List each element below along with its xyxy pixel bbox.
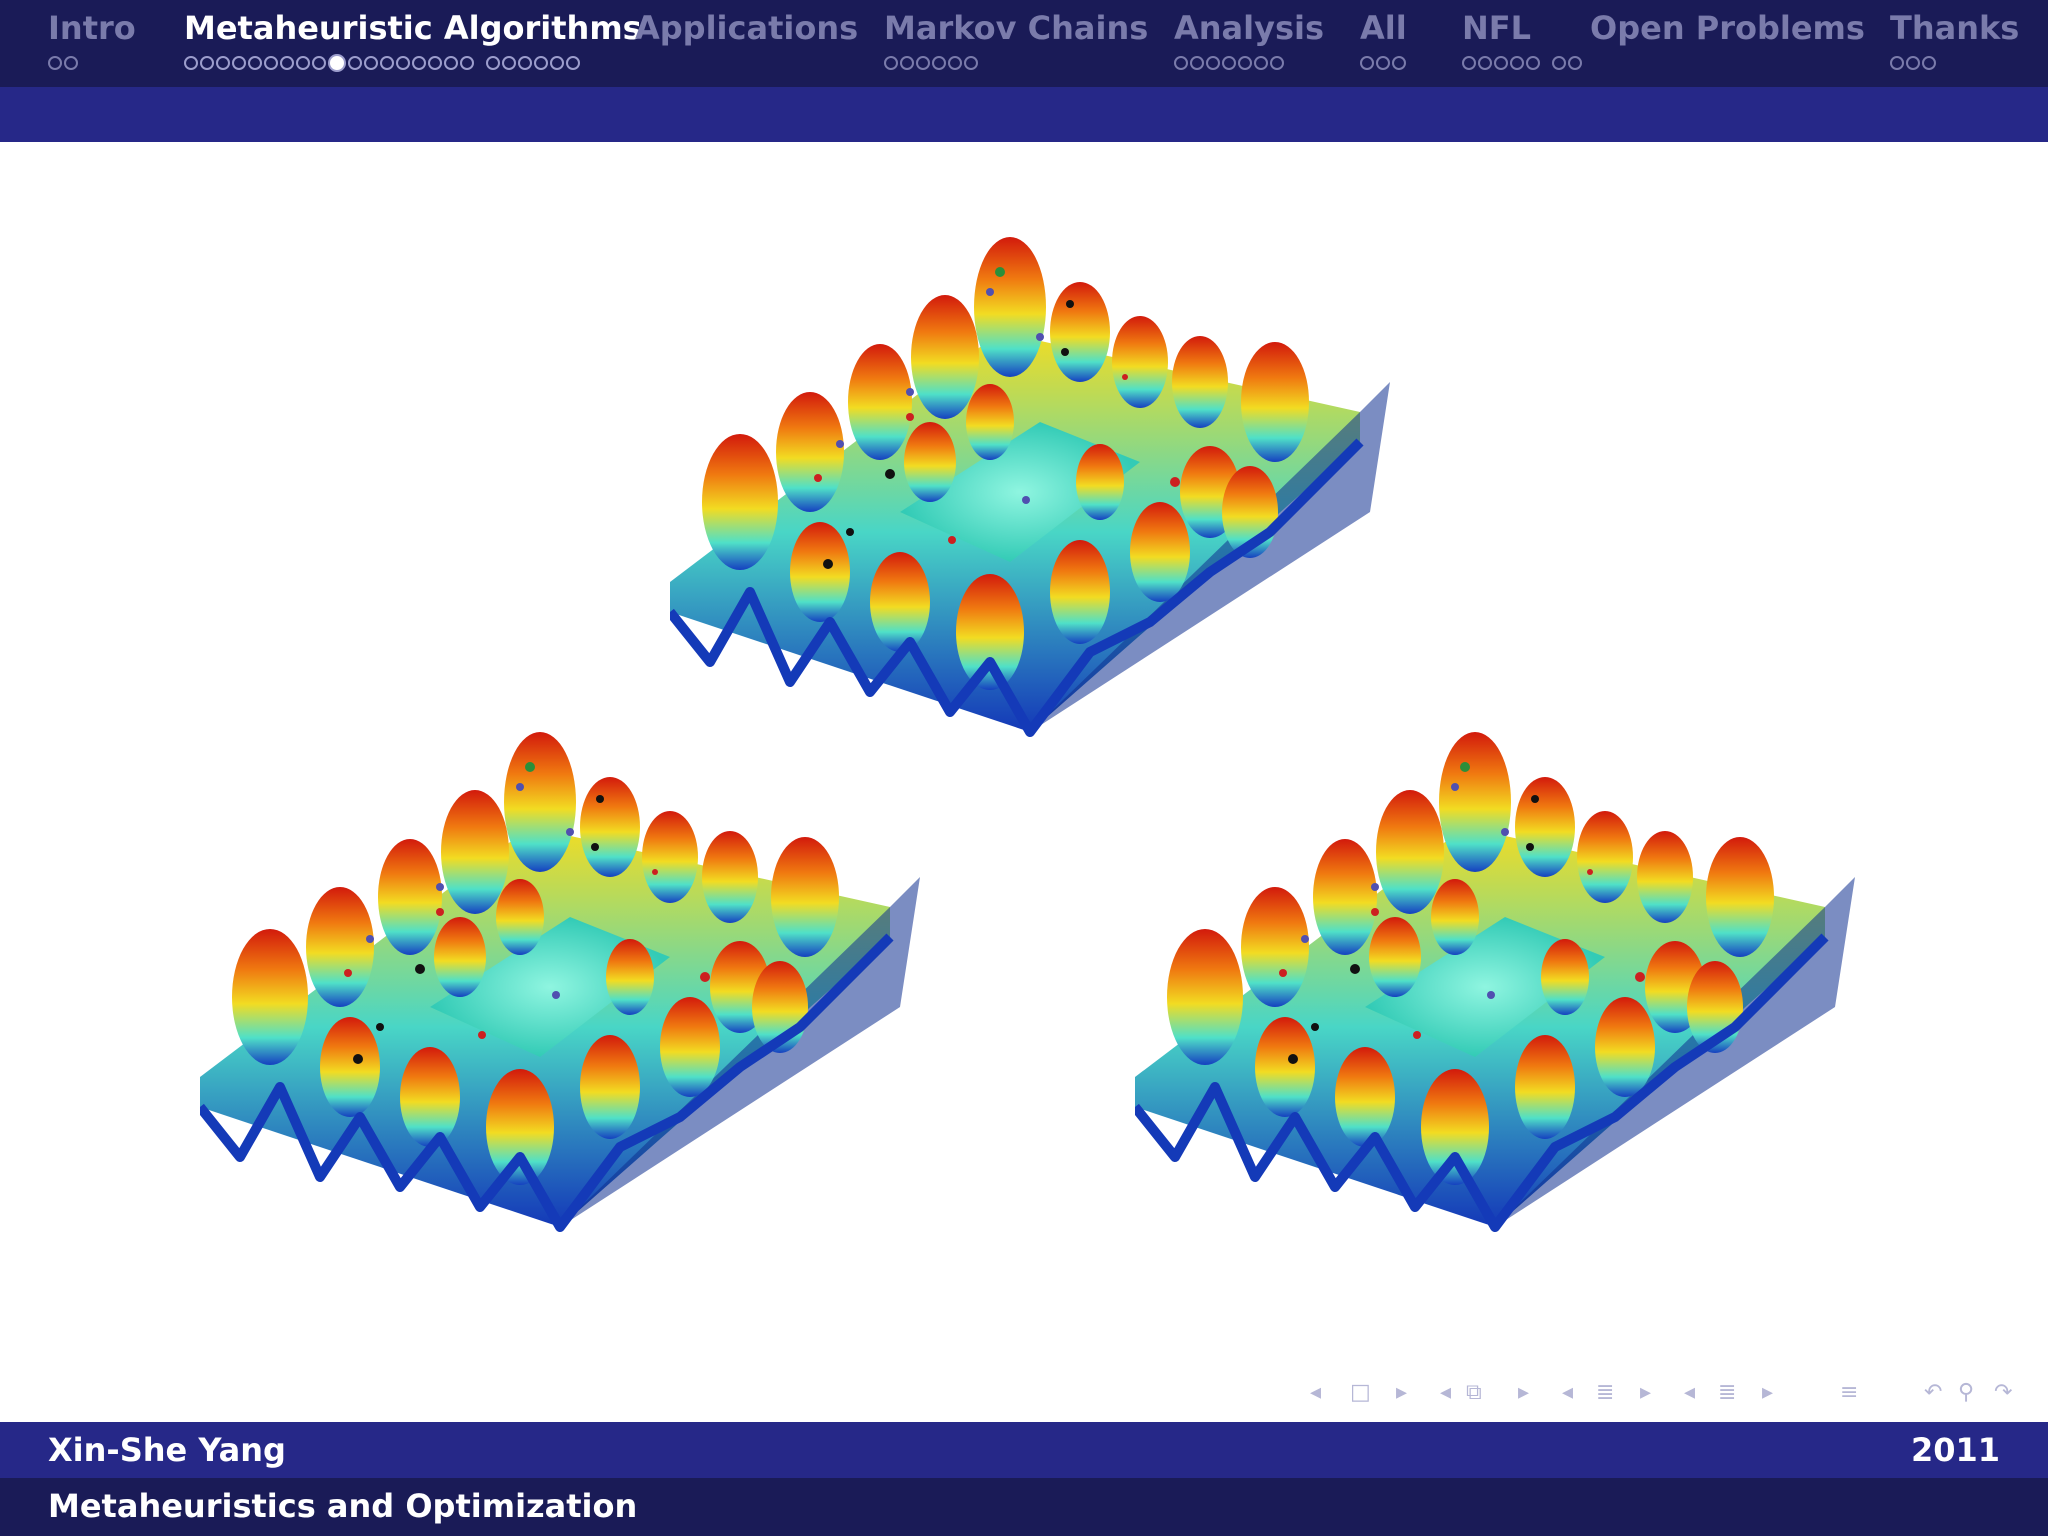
slide-dot[interactable] xyxy=(1922,56,1936,70)
slide-dot[interactable] xyxy=(948,56,962,70)
slide-dot[interactable] xyxy=(534,56,548,70)
multimodal-surface-bottom-left xyxy=(200,707,930,1287)
slide-dot[interactable] xyxy=(1238,56,1252,70)
slide-dot[interactable] xyxy=(550,56,564,70)
slide-dot[interactable] xyxy=(312,56,326,70)
slide-dots xyxy=(1360,56,1408,76)
slide-dot[interactable] xyxy=(884,56,898,70)
slide-dot[interactable] xyxy=(486,56,500,70)
section-navigation-bar: Intro Metaheuristic Algorithms Applicati… xyxy=(0,0,2048,87)
nav-section-title[interactable]: Markov Chains xyxy=(884,8,1148,48)
slide-dot[interactable] xyxy=(916,56,930,70)
nav-section-title[interactable]: Applications xyxy=(635,8,858,48)
slide-dot[interactable] xyxy=(396,56,410,70)
slide-dots xyxy=(48,56,80,76)
frame-prev-arrow-icon[interactable]: ◂ xyxy=(1310,1378,1321,1408)
slide-dot[interactable] xyxy=(428,56,442,70)
subsection-prev-arrow-icon[interactable]: ◂ xyxy=(1440,1378,1451,1408)
multimodal-surface-bottom-right xyxy=(1135,707,1865,1287)
slide-content xyxy=(0,142,2048,1422)
footer-author-bar: Xin-She Yang 2011 xyxy=(0,1422,2048,1478)
slide-dot[interactable] xyxy=(1890,56,1904,70)
slide-dot[interactable] xyxy=(380,56,394,70)
slide-dot[interactable] xyxy=(264,56,278,70)
slide-dot[interactable] xyxy=(348,56,362,70)
slide-dot[interactable] xyxy=(1494,56,1508,70)
slide-dots xyxy=(884,56,980,76)
slide-dot[interactable] xyxy=(566,56,580,70)
slide-dot[interactable] xyxy=(364,56,378,70)
slide-dot[interactable] xyxy=(1462,56,1476,70)
section-next-arrow-icon[interactable]: ▸ xyxy=(1640,1378,1651,1408)
undo-icon[interactable]: ↶ xyxy=(1924,1378,1942,1408)
slide-dot[interactable] xyxy=(1376,56,1390,70)
nav-section-title[interactable]: Metaheuristic Algorithms xyxy=(184,8,642,48)
slide-dot[interactable] xyxy=(1360,56,1374,70)
slide-dot[interactable] xyxy=(1206,56,1220,70)
slide-dot[interactable] xyxy=(248,56,262,70)
footer-title: Metaheuristics and Optimization xyxy=(48,1487,638,1525)
slide-dot[interactable] xyxy=(1478,56,1492,70)
slide-dot[interactable] xyxy=(1254,56,1268,70)
slide-dot[interactable] xyxy=(502,56,516,70)
slide-dot[interactable] xyxy=(1190,56,1204,70)
footer-year: 2011 xyxy=(1910,1431,2000,1469)
slide-dot[interactable] xyxy=(296,56,310,70)
slide-dot[interactable] xyxy=(1568,56,1582,70)
slide-dot[interactable] xyxy=(1174,56,1188,70)
beamer-navigation-controls: ◂ □ ▸ ◂ ⧉ ▸ ◂ ≣ ▸ ◂ ≣ ▸ ≡ ↶ ⚲ ↷ xyxy=(1310,1378,2040,1408)
slide-icon[interactable]: ≣ xyxy=(1718,1378,1736,1408)
slide-dot[interactable] xyxy=(460,56,474,70)
slide-dot[interactable] xyxy=(1906,56,1920,70)
frame-next-arrow-icon[interactable]: ▸ xyxy=(1396,1378,1407,1408)
slide-dot[interactable] xyxy=(1526,56,1540,70)
slide-dot[interactable] xyxy=(200,56,214,70)
slide-dots xyxy=(1174,56,1286,76)
slide-dots xyxy=(1890,56,1938,76)
slide-prev-arrow-icon[interactable]: ◂ xyxy=(1684,1378,1695,1408)
nav-section-title[interactable]: NFL xyxy=(1462,8,1531,48)
slide-dot[interactable] xyxy=(1222,56,1236,70)
redo-icon[interactable]: ↷ xyxy=(1994,1378,2012,1408)
subsection-bar xyxy=(0,87,2048,142)
section-icon[interactable]: ≣ xyxy=(1596,1378,1614,1408)
slide-dot[interactable] xyxy=(232,56,246,70)
current-slide-dot[interactable] xyxy=(328,54,346,72)
subsection-next-arrow-icon[interactable]: ▸ xyxy=(1518,1378,1529,1408)
slide-dot[interactable] xyxy=(412,56,426,70)
slide-dot[interactable] xyxy=(1510,56,1524,70)
slide-dots xyxy=(184,54,582,76)
slide-dots xyxy=(1462,56,1584,76)
nav-section-title[interactable]: Analysis xyxy=(1174,8,1324,48)
subsection-icon[interactable]: ⧉ xyxy=(1466,1378,1482,1408)
slide-dot[interactable] xyxy=(216,56,230,70)
slide-dot[interactable] xyxy=(280,56,294,70)
nav-section-title[interactable]: Open Problems xyxy=(1590,8,1865,48)
slide-dot[interactable] xyxy=(1392,56,1406,70)
section-prev-arrow-icon[interactable]: ◂ xyxy=(1562,1378,1573,1408)
slide-dot[interactable] xyxy=(1270,56,1284,70)
nav-section-title[interactable]: Intro xyxy=(48,8,136,48)
nav-section-title[interactable]: All xyxy=(1360,8,1407,48)
frame-icon[interactable]: □ xyxy=(1350,1378,1371,1408)
slide-dot[interactable] xyxy=(932,56,946,70)
slide-dot[interactable] xyxy=(48,56,62,70)
search-icon[interactable]: ⚲ xyxy=(1958,1378,1974,1408)
slide-dot[interactable] xyxy=(184,56,198,70)
slide-dot[interactable] xyxy=(964,56,978,70)
multimodal-surface-top xyxy=(670,212,1400,792)
slide-dot[interactable] xyxy=(64,56,78,70)
slide-next-arrow-icon[interactable]: ▸ xyxy=(1762,1378,1773,1408)
footer-author: Xin-She Yang xyxy=(48,1431,286,1469)
footer-title-bar: Metaheuristics and Optimization xyxy=(0,1478,2048,1536)
slide-dot[interactable] xyxy=(444,56,458,70)
slide-dot[interactable] xyxy=(1552,56,1566,70)
nav-section-title[interactable]: Thanks xyxy=(1890,8,2019,48)
outline-icon[interactable]: ≡ xyxy=(1840,1378,1858,1408)
slide-dot[interactable] xyxy=(900,56,914,70)
slide-dot[interactable] xyxy=(518,56,532,70)
